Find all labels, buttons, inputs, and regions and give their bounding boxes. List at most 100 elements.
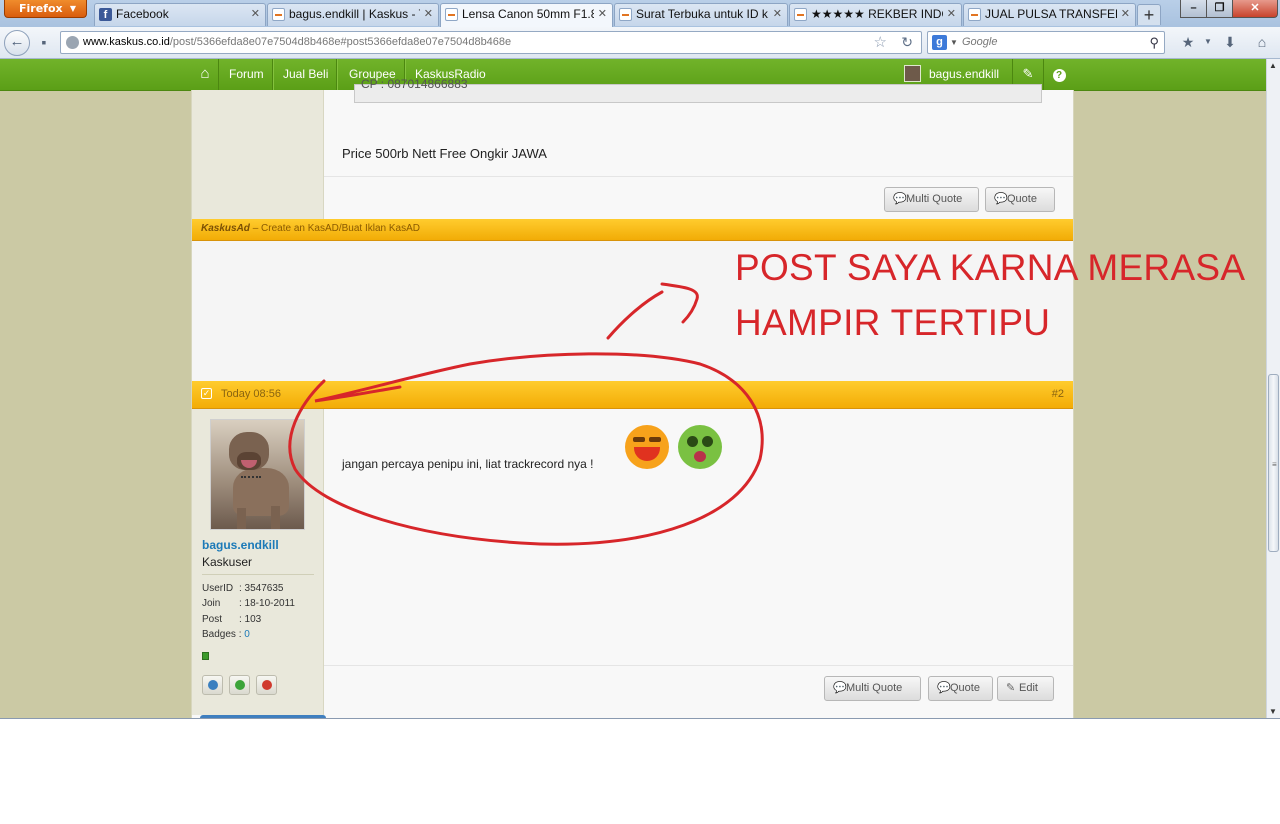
close-icon[interactable]: ✕ [251,4,260,25]
chat-bubbles-icon: 💬 [833,682,847,694]
chat-bubbles-icon: 💬 [893,193,907,205]
multi-quote-button[interactable]: 💬Multi Quote [824,676,921,701]
bookmark-star-icon[interactable]: ☆ [874,32,887,53]
kaskus-icon [619,8,632,21]
quote-button[interactable]: 💬Quote [985,187,1055,212]
post-time: Today 08:56 [221,388,281,400]
kaskusad-brand: KaskusAd [201,223,250,234]
checkbox-icon[interactable]: ✓ [201,388,212,399]
page-bookmark-icon[interactable]: ▪ [32,31,56,55]
facebook-icon: f [99,8,112,21]
back-button[interactable]: ← [4,30,30,56]
tab-surat-terbuka[interactable]: Surat Terbuka untuk ID k... ✕ [614,3,788,26]
browser-chrome: Firefox ▼ f Facebook ✕ bagus.endkill | Ka… [0,0,1280,59]
button-label: Edit [1019,682,1038,694]
annotation-line-1: POST SAYA KARNA MERASA [735,247,1246,288]
close-icon[interactable]: ✕ [424,4,433,25]
edit-icon: ✎ [1006,682,1016,694]
annotation-line-2: HAMPIR TERTIPU [735,302,1051,343]
report-button[interactable] [256,675,277,695]
close-icon[interactable]: ✕ [1121,4,1130,25]
post-2-text: jangan percaya penipu ini, liat trackrec… [342,457,594,471]
nav-forum[interactable]: Forum [221,59,273,90]
tab-lensa-canon[interactable]: Lensa Canon 50mm F1.8 ... ✕ [440,3,613,27]
multi-quote-button[interactable]: 💬Multi Quote [884,187,979,212]
kaskus-icon [445,8,458,21]
close-icon[interactable]: ✕ [773,4,782,25]
chevron-down-icon[interactable]: ▼ [950,32,958,53]
view-profile-button[interactable] [202,675,223,695]
quote-box: CP : 087014866883 [354,77,1042,103]
vertical-scrollbar[interactable]: ▲ ≡ ▼ [1266,59,1280,718]
search-placeholder: Google [962,36,998,48]
scroll-down-icon[interactable]: ▼ [1269,707,1277,716]
navigation-toolbar: ← ▪ www.kaskus.co.id/post/5366efda8e07e7… [0,27,1280,59]
post-2-header: ✓ Today 08:56 #2 [192,381,1073,409]
user-avatar [904,65,921,82]
label: UserID [202,583,234,594]
post-2-body: jangan percaya penipu ini, liat trackrec… [324,409,1073,665]
tab-bagus-endkill[interactable]: bagus.endkill | Kaskus - T... ✕ [267,3,439,26]
label: Join [202,598,221,609]
post-author-link[interactable]: bagus.endkill [202,538,279,552]
grip-icon: ≡ [1272,460,1277,469]
label: Post [202,614,223,625]
badges-link[interactable]: 0 [244,629,250,640]
close-icon[interactable]: ✕ [598,4,607,25]
eye-icon [207,680,218,690]
nav-jual-beli[interactable]: Jual Beli [275,59,338,90]
chevron-down-icon[interactable]: ▼ [1196,31,1220,55]
tab-facebook[interactable]: f Facebook ✕ [94,3,266,26]
quote-box-text: CP : 087014866883 [361,77,468,91]
kaskusad-bar[interactable]: KaskusAd – Create an KasAD/Buat Iklan Ka… [192,219,1073,241]
maximize-button[interactable]: ❐ [1206,0,1233,18]
shocked-emoticon [678,425,722,469]
home-icon[interactable]: ⌂ [1250,31,1274,55]
post-2-userinfo: bagus.endkill Kaskuser UserID: 3547635 J… [192,409,324,715]
firefox-menu-button[interactable]: Firefox ▼ [4,0,87,18]
help-icon[interactable]: ? [1043,59,1074,90]
tab-label: Surat Terbuka untuk ID k... [636,7,769,21]
tab-rekber[interactable]: ★★★★★ REKBER INDOB... ✕ [789,3,962,26]
divider [202,574,314,575]
chat-bubble-icon: 💬 [937,682,951,694]
scrollbar-thumb[interactable]: ≡ [1268,374,1279,552]
label: Badges [202,629,236,640]
post-number-link[interactable]: #2 [1052,381,1064,408]
close-icon[interactable]: ✕ [947,4,956,25]
window-bottom-edge [0,718,1280,719]
tab-jual-pulsa[interactable]: JUAL PULSA TRANSFER ... ✕ [963,3,1136,26]
home-icon[interactable]: ⌂ [192,59,219,90]
reload-icon[interactable]: ↻ [901,32,913,53]
minimize-button[interactable]: – [1180,0,1207,18]
value: : 3547635 [239,583,284,594]
user-avatar[interactable] [210,419,305,530]
scroll-up-icon[interactable]: ▲ [1269,61,1277,70]
online-status-icon [202,652,209,660]
url-text: www.kaskus.co.id/post/5366efda8e07e7504d… [83,32,511,53]
url-domain: www.kaskus.co.id [83,36,170,48]
value: : 103 [239,614,262,625]
window-close-button[interactable]: ✕ [1232,0,1278,18]
user-badges-row: Badges : 0 [202,629,250,640]
url-path: /post/5366efda8e07e7504d8b468e#post5366e… [169,36,512,48]
search-bar[interactable]: g ▼ Google ⚲ [927,31,1165,54]
add-reputation-button[interactable] [229,675,250,695]
user-post-row: Post : 103 [202,614,261,625]
download-icon[interactable]: ⬇ [1218,31,1242,55]
edit-button[interactable]: ✎ Edit [997,676,1054,701]
google-icon[interactable]: g [932,35,947,50]
button-label: Multi Quote [846,682,903,694]
new-tab-button[interactable]: + [1137,4,1161,25]
page-viewport: ⌂ Forum Jual Beli Groupee KaskusRadio ba… [0,59,1266,718]
value: : 18-10-2011 [239,598,295,609]
tab-label: Facebook [116,7,169,21]
chat-bubble-icon: 💬 [994,193,1008,205]
address-bar[interactable]: www.kaskus.co.id/post/5366efda8e07e7504d… [60,31,922,54]
tab-label: bagus.endkill | Kaskus - T... [289,7,420,21]
quote-button[interactable]: 💬Quote [928,676,993,701]
search-icon[interactable]: ⚲ [1149,32,1159,53]
tab-bar: Firefox ▼ f Facebook ✕ bagus.endkill | Ka… [0,0,1280,27]
post-2-footer: 💬Multi Quote 💬Quote ✎ Edit [324,665,1073,715]
chevron-down-icon: ▼ [69,4,76,13]
